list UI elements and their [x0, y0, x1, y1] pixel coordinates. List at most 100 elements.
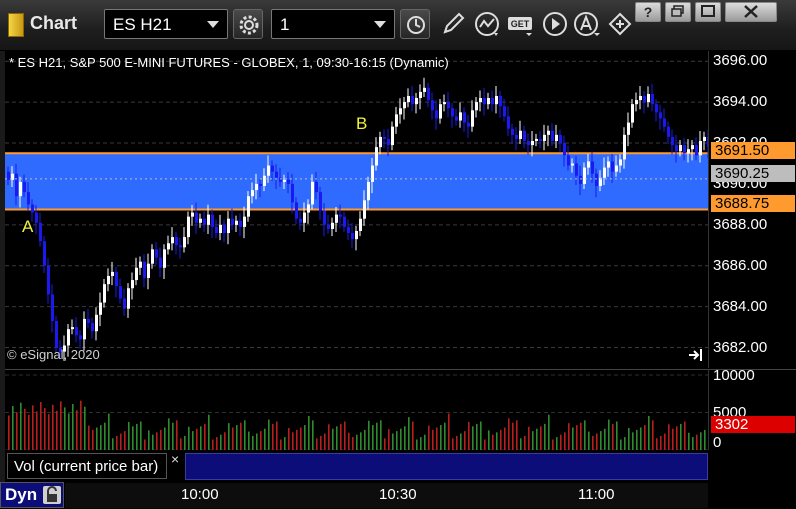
maximize-icon	[701, 5, 715, 17]
volume-bar	[140, 421, 142, 450]
play-replay-button[interactable]	[540, 9, 570, 39]
candle-up	[139, 261, 142, 268]
annotation-b: B	[356, 114, 368, 133]
volume-bar	[80, 400, 82, 450]
candle-down	[179, 245, 182, 248]
candle-up	[127, 288, 130, 309]
price-tick-label: 3696.00	[713, 52, 768, 70]
candle-up	[199, 218, 202, 223]
volume-bar	[20, 402, 22, 450]
candle-down	[195, 212, 198, 223]
candle-down	[223, 224, 226, 234]
candle-down	[595, 173, 598, 186]
help-button[interactable]: ?	[635, 2, 661, 22]
candle-down	[431, 100, 434, 111]
candle-up	[363, 200, 366, 219]
candle-up	[95, 314, 98, 332]
candle-down	[27, 192, 30, 205]
get-data-button[interactable]: GET	[506, 9, 536, 39]
volume-bar	[652, 420, 654, 450]
volume-axis[interactable]: 10000 5000 0 3302	[708, 367, 796, 451]
candle-down	[123, 298, 126, 309]
candle-down	[211, 214, 214, 227]
candle-up	[151, 249, 154, 264]
candle-up	[535, 138, 538, 141]
volume-pane[interactable]	[5, 369, 708, 450]
volume-bar	[628, 427, 630, 450]
volume-bar	[660, 435, 662, 450]
volume-bar	[576, 425, 578, 450]
volume-study-label[interactable]: Vol (current price bar)	[7, 453, 167, 479]
chevron-down-icon[interactable]	[374, 21, 386, 28]
volume-bar	[252, 435, 254, 450]
volume-bar	[500, 429, 502, 450]
close-study-button[interactable]: ×	[171, 451, 179, 467]
candle-up	[71, 327, 74, 330]
scroll-to-end-icon[interactable]	[688, 348, 704, 362]
volume-bar	[472, 426, 474, 450]
candle-down	[515, 134, 518, 139]
interval-time-button[interactable]	[400, 9, 430, 39]
volume-bar	[176, 420, 178, 450]
volume-bar	[396, 431, 398, 450]
volume-bar	[672, 428, 674, 450]
price-axis[interactable]: 3696.003694.003692.003690.003688.003686.…	[708, 51, 796, 368]
draw-tool-button[interactable]	[438, 9, 468, 39]
volume-bar	[600, 431, 602, 450]
get-icon: GET	[508, 17, 532, 36]
maximize-button[interactable]	[695, 2, 721, 22]
candle-up	[303, 212, 306, 223]
lock-icon[interactable]	[43, 486, 61, 504]
volume-bar	[324, 433, 326, 450]
candle-up	[111, 271, 114, 276]
candle-down	[451, 108, 454, 117]
volume-bar	[344, 421, 346, 450]
volume-bar	[528, 426, 530, 450]
candle-down	[567, 155, 570, 166]
volume-bar	[212, 439, 214, 450]
current-volume-label: 3302	[711, 416, 795, 433]
volume-bar	[636, 429, 638, 450]
symbol-combo[interactable]: ES H21	[104, 9, 228, 39]
volume-bar	[312, 420, 314, 450]
dyn-button[interactable]: Dyn	[0, 482, 64, 508]
candle-up	[355, 230, 358, 240]
candle-up	[255, 183, 258, 191]
candle-up	[519, 130, 522, 139]
interval-combo[interactable]: 1	[271, 9, 395, 39]
candle-down	[299, 218, 302, 223]
volume-bar	[676, 426, 678, 450]
volume-bar	[604, 428, 606, 450]
candle-down	[463, 112, 466, 123]
candle-down	[387, 138, 390, 146]
volume-bar	[64, 407, 66, 450]
volume-bar	[184, 435, 186, 450]
restore-button[interactable]	[665, 2, 691, 22]
volume-bar	[44, 408, 46, 450]
price-chart-pane[interactable]: * ES H21, S&P 500 E-MINI FUTURES - GLOBE…	[5, 51, 708, 368]
svg-text:?: ?	[644, 4, 653, 20]
link-button[interactable]	[605, 9, 635, 39]
candle-up	[171, 237, 174, 244]
play-icon	[543, 12, 567, 36]
alerts-button[interactable]	[572, 9, 602, 39]
candle-down	[539, 138, 542, 141]
time-axis[interactable]: 10:00 10:30 11:00	[65, 483, 708, 508]
volume-bar	[292, 432, 294, 450]
volume-bar	[480, 421, 482, 450]
close-button[interactable]	[725, 2, 777, 22]
volume-bar	[56, 410, 58, 450]
studies-button[interactable]	[472, 9, 502, 39]
candle-up	[263, 175, 266, 186]
candle-up	[403, 102, 406, 109]
volume-bar	[400, 428, 402, 450]
volume-bar	[684, 421, 686, 450]
candle-up	[687, 149, 690, 154]
study-tab-area[interactable]	[185, 453, 708, 480]
volume-bar	[388, 429, 390, 450]
candle-down	[411, 95, 414, 105]
volume-bar	[476, 423, 478, 450]
candle-up	[555, 134, 558, 141]
symbol-settings-button[interactable]	[233, 9, 263, 39]
chevron-down-icon[interactable]	[207, 21, 219, 28]
